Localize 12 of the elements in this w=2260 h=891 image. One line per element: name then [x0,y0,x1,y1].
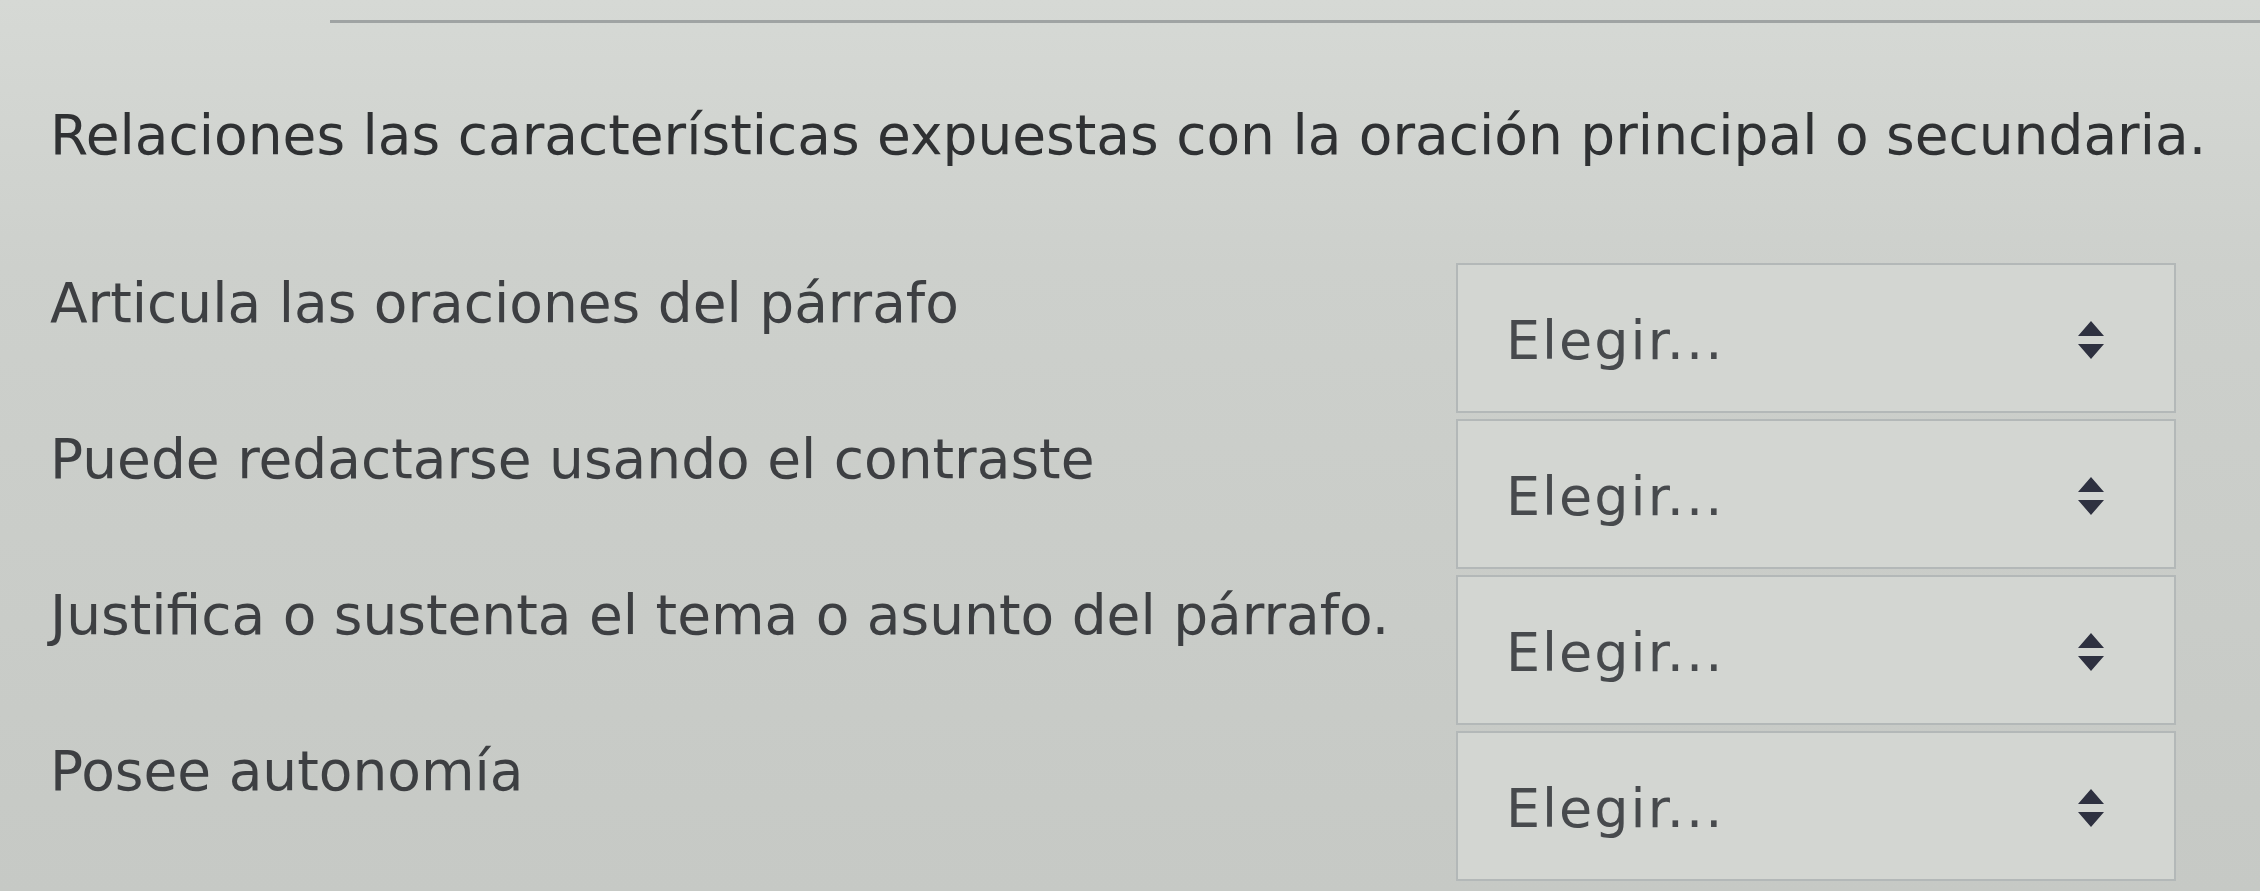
statement-text: Puede redactarse usando el contraste [50,426,1095,491]
dropdown[interactable]: Elegir... [1456,263,2176,413]
updown-caret-icon [2078,321,2104,359]
updown-caret-icon [2078,477,2104,515]
statement-text: Articula las oraciones del párrafo [50,270,959,335]
dropdown[interactable]: Elegir... [1456,575,2176,725]
updown-caret-icon [2078,633,2104,671]
dropdown[interactable]: Elegir... [1456,419,2176,569]
question-prompt: Relaciones las características expuestas con la oración principal o secundaria. [50,103,2208,167]
statement-text: Posee autonomía [50,738,524,803]
updown-caret-icon [2078,789,2104,827]
dropdown[interactable]: Elegir... [1456,731,2176,881]
